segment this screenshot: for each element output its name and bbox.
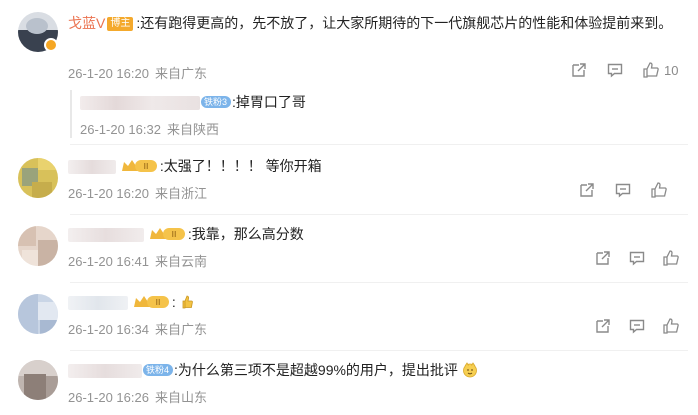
svg-text:II: II xyxy=(172,230,177,239)
verified-badge-icon xyxy=(44,38,58,52)
comment-text: :还有跑得更高的，先不放了，让大家所期待的下一代旗舰芯片的性能和体验提前来到。 xyxy=(136,15,673,31)
crown-badge-icon: II xyxy=(149,226,187,247)
comment-icon xyxy=(607,63,623,78)
commenter-name-blurred[interactable] xyxy=(68,228,144,243)
comment-time: 26-1-20 16:20 xyxy=(68,66,149,81)
comment-time: 26-1-20 16:20 xyxy=(68,186,149,201)
share-button[interactable] xyxy=(578,181,596,199)
commenter-name-blurred[interactable] xyxy=(68,364,142,379)
reply-button[interactable] xyxy=(614,181,632,199)
reply-button[interactable] xyxy=(628,249,646,267)
comment-item: II :我靠，那么高分数 26-1-20 16:41 来自云南 xyxy=(0,218,698,284)
comment-item: II :太强了！！！！ 等你开箱 26-1-20 16:20 来自浙江 xyxy=(0,150,698,216)
comment-item: II : 26-1-20 16:34 来自广东 xyxy=(0,286,698,350)
share-icon xyxy=(596,251,610,265)
like-button[interactable]: 10 xyxy=(642,61,678,79)
like-icon xyxy=(643,62,659,78)
comment-time: 26-1-20 16:41 xyxy=(68,254,149,269)
avatar[interactable] xyxy=(18,294,58,334)
comment-time: 26-1-20 16:34 xyxy=(68,322,149,337)
comment-icon xyxy=(615,183,631,198)
commenter-name[interactable]: 戈蓝V xyxy=(68,15,105,31)
commenter-name-blurred[interactable] xyxy=(68,160,116,175)
like-button[interactable] xyxy=(662,249,680,267)
comment-location: 来自陕西 xyxy=(166,122,219,137)
like-icon xyxy=(663,318,679,334)
comment-text: :太强了！！！！ 等你开箱 xyxy=(159,158,322,174)
comment-text: :为什么第三项不是超越99%的用户，提出批评 xyxy=(174,362,458,378)
avatar[interactable] xyxy=(18,158,58,198)
avatar[interactable] xyxy=(18,360,58,400)
comment-location: 来自广东 xyxy=(154,66,207,81)
reply-button[interactable] xyxy=(606,61,624,79)
share-icon xyxy=(596,319,610,333)
share-button[interactable] xyxy=(594,317,612,335)
share-button[interactable] xyxy=(570,61,588,79)
commenter-name-blurred[interactable] xyxy=(80,96,200,111)
reply-button[interactable] xyxy=(628,317,646,335)
divider xyxy=(70,350,688,351)
like-icon xyxy=(663,250,679,266)
comment-text: :我靠，那么高分数 xyxy=(187,226,304,242)
comment-location: 来自云南 xyxy=(154,254,207,269)
divider xyxy=(70,144,688,145)
reply-item: 铁粉3:掉胃口了哥 26-1-20 16:32 来自陕西 xyxy=(70,90,680,138)
commenter-name-blurred[interactable] xyxy=(68,296,128,311)
crown-badge-icon: II xyxy=(133,294,171,315)
comment-item: 铁粉4:为什么第三项不是超越99%的用户，提出批评 26-1-20 16:26 来… xyxy=(0,354,698,415)
fan-badge: 铁粉4 xyxy=(143,364,174,376)
svg-text:II: II xyxy=(144,162,149,171)
comment-time: 26-1-20 16:32 xyxy=(80,122,161,137)
comment-time: 26-1-20 16:26 xyxy=(68,390,149,405)
svg-text:II: II xyxy=(156,298,161,307)
like-icon xyxy=(651,182,667,198)
thumbs-up-emoji-icon xyxy=(180,294,194,315)
smug-face-emoji-icon xyxy=(462,362,478,383)
comment-location: 来自山东 xyxy=(154,390,207,405)
comment-text: : xyxy=(171,294,176,310)
like-count: 10 xyxy=(664,62,679,78)
share-button[interactable] xyxy=(594,249,612,267)
divider xyxy=(70,282,688,283)
share-icon xyxy=(580,183,594,197)
comment-location: 来自广东 xyxy=(154,322,207,337)
like-button[interactable] xyxy=(650,181,668,199)
divider xyxy=(70,214,688,215)
comment-icon xyxy=(629,319,645,334)
fan-badge: 铁粉3 xyxy=(201,96,232,108)
crown-badge-icon: II xyxy=(121,158,159,179)
comment-text: :掉胃口了哥 xyxy=(232,94,306,110)
like-button[interactable] xyxy=(662,317,680,335)
blogger-badge: 博主 xyxy=(107,17,134,31)
comment-item: 戈蓝V 博主:还有跑得更高的，先不放了，让大家所期待的下一代旗舰芯片的性能和体验提… xyxy=(0,0,698,88)
comment-location: 来自浙江 xyxy=(154,186,207,201)
comment-icon xyxy=(629,251,645,266)
avatar[interactable] xyxy=(18,226,58,266)
share-icon xyxy=(572,63,586,77)
